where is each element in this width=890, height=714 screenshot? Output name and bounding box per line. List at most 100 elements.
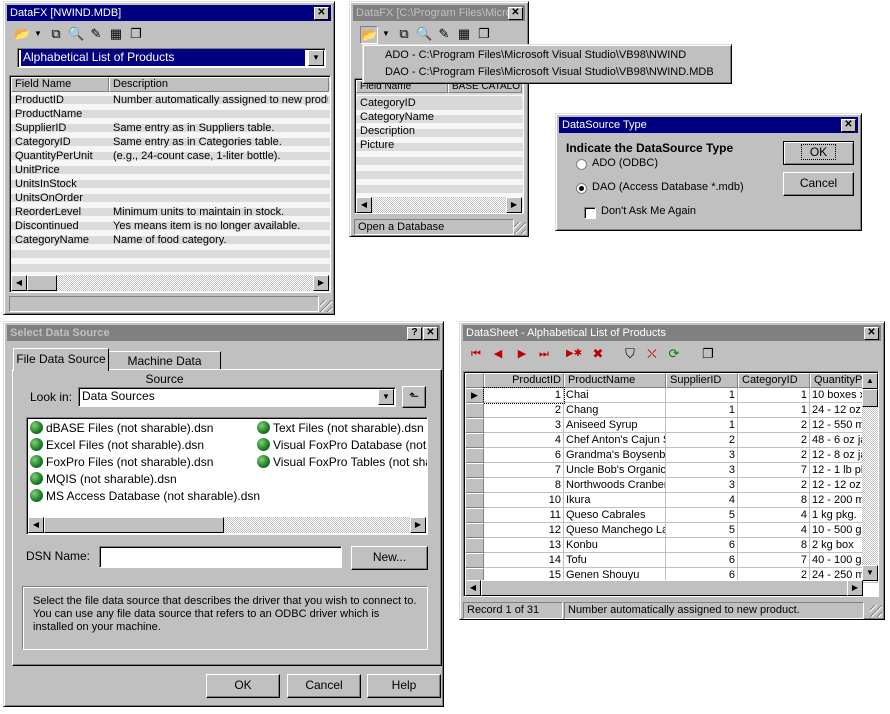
table-cell[interactable]: 12 <box>484 523 564 538</box>
table-cell[interactable]: 2 <box>738 433 810 448</box>
file-item[interactable]: Visual FoxPro Tables (not sharat <box>257 454 427 471</box>
table-cell[interactable]: Uncle Bob's Organic <box>564 463 666 478</box>
table-row[interactable]: Discontinued Yes means item is no longer … <box>12 219 328 233</box>
header-field-name[interactable]: Field Name <box>11 77 109 92</box>
table-cell[interactable]: 2 <box>666 433 738 448</box>
table-cell[interactable]: 11 <box>484 508 564 523</box>
file-item[interactable]: Excel Files (not sharable).dsn <box>30 437 260 454</box>
table-row[interactable]: 12 Queso Manchego La 5 4 10 - 500 g pk <box>465 523 878 538</box>
close-button[interactable]: ✕ <box>508 7 523 20</box>
table-cell[interactable]: Queso Manchego La <box>564 523 666 538</box>
table-cell[interactable]: 8 <box>484 478 564 493</box>
horizontal-scrollbar[interactable]: ◀ ▶ <box>28 517 426 533</box>
scroll-left-icon[interactable]: ◀ <box>28 517 44 533</box>
table-row[interactable]: ProductName <box>12 107 328 121</box>
table-cell[interactable]: 1 <box>738 388 810 403</box>
table-row[interactable]: UnitsOnOrder <box>12 191 328 205</box>
radio-dao[interactable] <box>576 183 587 194</box>
table-cell[interactable]: 10 <box>484 493 564 508</box>
table-row[interactable]: CategoryID Same entry as in Categories ta… <box>12 135 328 149</box>
delete-record-icon[interactable]: ✖ <box>590 346 606 362</box>
table-cell[interactable]: 4 <box>738 508 810 523</box>
dsn-name-input[interactable] <box>99 546 342 568</box>
table-cell[interactable]: 8 <box>738 493 810 508</box>
tools-icon[interactable]: ✎ <box>88 26 104 42</box>
grid-icon[interactable]: ▦ <box>108 26 124 42</box>
row-selector[interactable] <box>465 538 484 553</box>
scroll-thumb[interactable] <box>481 580 851 596</box>
row-selector[interactable] <box>465 553 484 568</box>
windows-icon[interactable]: ❐ <box>476 26 492 42</box>
dropdown-arrow-icon[interactable]: ▼ <box>378 26 394 42</box>
horizontal-scrollbar[interactable]: ◀ ▶ <box>356 197 522 213</box>
row-selector[interactable] <box>465 508 484 523</box>
cancel-button[interactable]: Cancel <box>287 674 361 698</box>
column-header[interactable]: ProductID <box>484 373 564 388</box>
grid-icon[interactable]: ▦ <box>456 26 472 42</box>
cancel-button[interactable]: Cancel <box>783 172 854 196</box>
table-cell[interactable]: 5 <box>666 508 738 523</box>
row-selector[interactable] <box>465 448 484 463</box>
row-selector[interactable] <box>465 433 484 448</box>
table-cell[interactable]: 6 <box>666 553 738 568</box>
table-cell[interactable]: 14 <box>484 553 564 568</box>
row-selector[interactable]: ▶ <box>465 388 484 403</box>
scroll-right-icon[interactable]: ▶ <box>506 197 522 213</box>
row-selector[interactable] <box>465 418 484 433</box>
table-cell[interactable]: 7 <box>738 553 810 568</box>
scroll-down-icon[interactable]: ▼ <box>862 565 878 581</box>
table-row[interactable]: 3 Aniseed Syrup 1 2 12 - 550 ml b <box>465 418 878 433</box>
table-row[interactable]: 2 Chang 1 1 24 - 12 oz bo <box>465 403 878 418</box>
table-cell[interactable]: 4 <box>484 433 564 448</box>
scroll-right-icon[interactable]: ▶ <box>847 580 863 596</box>
table-cell[interactable]: Tofu <box>564 553 666 568</box>
tab-file-data-source[interactable]: File Data Source <box>13 348 109 371</box>
scroll-left-icon[interactable]: ◀ <box>465 580 481 596</box>
close-button[interactable]: ✕ <box>314 7 329 20</box>
table-row[interactable]: 14 Tofu 6 7 40 - 100 g pk <box>465 553 878 568</box>
menu-item-dao[interactable]: DAO - C:\Program Files\Microsoft Visual … <box>385 66 714 78</box>
table-row[interactable]: 11 Queso Cabrales 5 4 1 kg pkg. <box>465 508 878 523</box>
horizontal-scrollbar[interactable]: ◀ ▶ <box>11 275 329 291</box>
table-row[interactable]: 4 Chef Anton's Cajun S 2 2 48 - 6 oz jars <box>465 433 878 448</box>
copy-icon[interactable]: ⧉ <box>396 26 412 42</box>
close-button[interactable]: ✕ <box>841 119 856 132</box>
remove-filter-icon[interactable]: ⛌ <box>644 346 660 362</box>
help-icon[interactable]: ? <box>407 327 422 340</box>
refresh-icon[interactable]: ⟳ <box>666 346 682 362</box>
menu-item-ado[interactable]: ADO - C:\Program Files\Microsoft Visual … <box>385 49 686 61</box>
close-button[interactable]: ✕ <box>423 327 438 340</box>
scroll-thumb[interactable] <box>862 389 878 407</box>
dont-ask-checkbox[interactable] <box>584 207 596 219</box>
open-folder-icon[interactable]: 📂 <box>14 26 30 42</box>
table-cell[interactable]: 5 <box>666 523 738 538</box>
filter-icon[interactable]: ⛉ <box>622 346 638 362</box>
table-cell[interactable]: 7 <box>484 463 564 478</box>
ok-button[interactable]: OK <box>783 141 854 165</box>
table-cell[interactable]: 3 <box>484 418 564 433</box>
resize-grip-icon[interactable] <box>870 605 882 617</box>
table-row[interactable]: 10 Ikura 4 8 12 - 200 ml ja <box>465 493 878 508</box>
next-record-icon[interactable]: ▶ <box>514 346 530 362</box>
scroll-right-icon[interactable]: ▶ <box>313 275 329 291</box>
table-row[interactable]: 6 Grandma's Boysenbe 3 2 12 - 8 oz jars <box>465 448 878 463</box>
horizontal-scrollbar[interactable]: ◀ ▶ <box>465 580 863 596</box>
table-cell[interactable]: 1 <box>738 403 810 418</box>
table-row[interactable]: 7 Uncle Bob's Organic 3 7 12 - 1 lb pkg: <box>465 463 878 478</box>
table-cell[interactable]: Chang <box>564 403 666 418</box>
help-button[interactable]: Help <box>367 674 441 698</box>
table-cell[interactable]: Konbu <box>564 538 666 553</box>
search-icon[interactable]: 🔍 <box>416 26 432 42</box>
chevron-down-icon[interactable]: ▼ <box>378 389 394 405</box>
table-cell[interactable]: Aniseed Syrup <box>564 418 666 433</box>
row-selector[interactable] <box>465 493 484 508</box>
table-row[interactable]: UnitPrice <box>12 163 328 177</box>
search-icon[interactable]: 🔍 <box>68 26 84 42</box>
table-cell[interactable]: 3 <box>666 448 738 463</box>
table-row[interactable]: Picture <box>357 138 522 152</box>
radio-ado[interactable] <box>576 159 587 170</box>
table-cell[interactable]: 1 <box>483 387 565 404</box>
up-folder-button[interactable]: ⬑ <box>402 386 426 408</box>
table-cell[interactable]: 3 <box>666 478 738 493</box>
scroll-right-icon[interactable]: ▶ <box>410 517 426 533</box>
